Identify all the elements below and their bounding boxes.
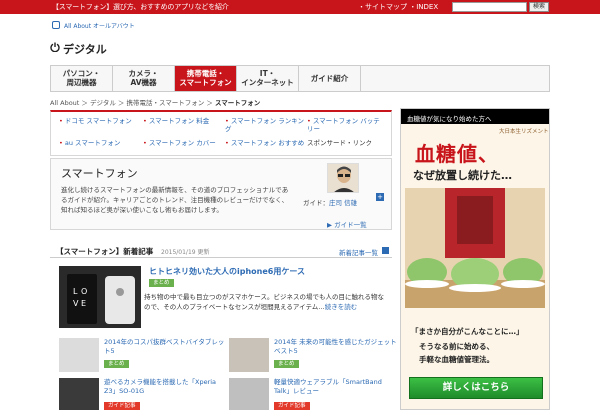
- breadcrumb: All About ＞ デジタル ＞ 携帯電話・スマートフォン ＞ スマートフォ…: [50, 99, 261, 107]
- news-title: 【スマートフォン】新着記事: [56, 247, 154, 256]
- link-battery[interactable]: • スマートフォン バッテ リー: [307, 117, 380, 133]
- svg-text:L: L: [73, 287, 78, 296]
- article-item[interactable]: 2014年 未来の可能性を感じたガジェット ベスト5 まとめ: [229, 338, 399, 374]
- tab-internet[interactable]: IT・ インターネット: [237, 66, 299, 91]
- tab-guide[interactable]: ガイド紹介: [299, 66, 361, 91]
- keyword-links: • ドコモ スマートフォン • スマートフォン 料金 • スマートフォン ランキング …: [50, 110, 392, 156]
- ad-cta-button[interactable]: 詳しくはこちら: [409, 377, 543, 399]
- article-thumb[interactable]: [229, 338, 269, 372]
- main-article-badge: まとめ: [149, 279, 174, 287]
- ad-subheadline: なぜ放置し続けた…: [413, 169, 512, 182]
- category-nav: パソコン・ 周辺機器 カメラ・ AV機器 携帯電話・ スマートフォン IT・ インターネ…: [50, 65, 550, 92]
- link-osusume[interactable]: • スマートフォン おすすめ: [225, 139, 304, 147]
- guide-list-link[interactable]: ▶ ガイド一覧: [327, 219, 367, 229]
- svg-text:E: E: [81, 299, 86, 308]
- category-description: 進化し続けるスマートフォンの最新情報を、その道のプロフェッショナルであるガイドが…: [61, 186, 289, 214]
- article-thumb[interactable]: [229, 378, 269, 410]
- main-article-summary: 持ち物の中で最も目立つのがスマホケース。ビジネスの場でも人の目に触れる物なので、…: [144, 293, 384, 311]
- allabout-logo-icon[interactable]: [52, 21, 60, 29]
- utility-links[interactable]: ・サイトマップ ・INDEX: [358, 2, 438, 12]
- news-updated: 2015/01/19 更新: [161, 249, 210, 256]
- allabout-link[interactable]: All About オールアバウト: [64, 21, 135, 30]
- chevron-right-icon[interactable]: [382, 247, 389, 254]
- category-intro: スマートフォン 進化し続けるスマートフォンの最新情報を、その道のプロフェッショナ…: [50, 158, 392, 230]
- article-item[interactable]: 遊べるカメラ機能を搭載した「Xperia Z3」SO-01G ガイド記事: [59, 378, 229, 410]
- article-item[interactable]: 2014年のコスパ抜群ベストバイタブレット5 まとめ: [59, 338, 229, 374]
- site-tagline: 【スマートフォン】選び方、おすすめのアプリなどを紹介: [52, 3, 229, 11]
- link-ranking[interactable]: • スマートフォン ランキング: [225, 117, 304, 133]
- read-more-link[interactable]: 続きを読む: [325, 303, 358, 311]
- svg-text:O: O: [81, 287, 87, 296]
- ad-headline: 血糖値、: [415, 142, 499, 166]
- guide-name: ガイド：庄司 信雄: [303, 199, 358, 207]
- link-au[interactable]: • au スマートフォン: [59, 139, 120, 147]
- search-button[interactable]: 検索: [529, 2, 549, 12]
- top-bar: 【スマートフォン】選び方、おすすめのアプリなどを紹介 ・サイトマップ ・INDE…: [0, 0, 600, 14]
- ad-photo: [405, 188, 545, 308]
- sidebar-ad[interactable]: 血糖値が気になり始めた方へ 大日本生リズメント 血糖値、 なぜ放置し続けた… 「…: [400, 108, 550, 410]
- ad-top-banner: 血糖値が気になり始めた方へ: [401, 109, 549, 124]
- sponsored-label: スポンサード・リンク: [307, 139, 372, 147]
- ad-line-3: 手軽な血糖値管理法。: [419, 355, 494, 364]
- article-thumb[interactable]: [59, 338, 99, 372]
- follow-plus-icon[interactable]: +: [376, 193, 384, 201]
- power-icon: [50, 42, 60, 52]
- tab-mobile[interactable]: 携帯電話・ スマートフォン: [175, 66, 237, 91]
- news-more-link[interactable]: 新着記事一覧: [339, 247, 378, 257]
- link-ryokin[interactable]: • スマートフォン 料金: [143, 117, 209, 125]
- tab-pc[interactable]: パソコン・ 周辺機器: [51, 66, 113, 91]
- search-input[interactable]: [452, 2, 527, 12]
- main-article-title[interactable]: ヒトヒネリ効いた大人のiphone6用ケース: [149, 266, 305, 277]
- article-thumb[interactable]: [59, 378, 99, 410]
- article-item[interactable]: 軽量快適ウェアラブル「SmartBand Talk」レビュー ガイド記事: [229, 378, 399, 410]
- category-title: スマートフォン: [61, 167, 138, 180]
- main-article-image[interactable]: L O V E: [59, 266, 141, 328]
- link-docomo[interactable]: • ドコモ スマートフォン: [59, 117, 132, 125]
- svg-text:V: V: [73, 299, 79, 308]
- ad-question: 「まさか自分がこんなことに…」: [411, 327, 524, 336]
- ad-line-2: そうなる前に始める、: [419, 342, 494, 351]
- tab-camera[interactable]: カメラ・ AV機器: [113, 66, 175, 91]
- link-cover[interactable]: • スマートフォン カバー: [143, 139, 216, 147]
- ad-brand: 大日本生リズメント: [499, 129, 549, 135]
- section-title[interactable]: デジタル: [63, 41, 107, 57]
- guide-avatar[interactable]: [327, 163, 359, 193]
- news-header: 【スマートフォン】新着記事 2015/01/19 更新 新着記事一覧: [50, 242, 392, 258]
